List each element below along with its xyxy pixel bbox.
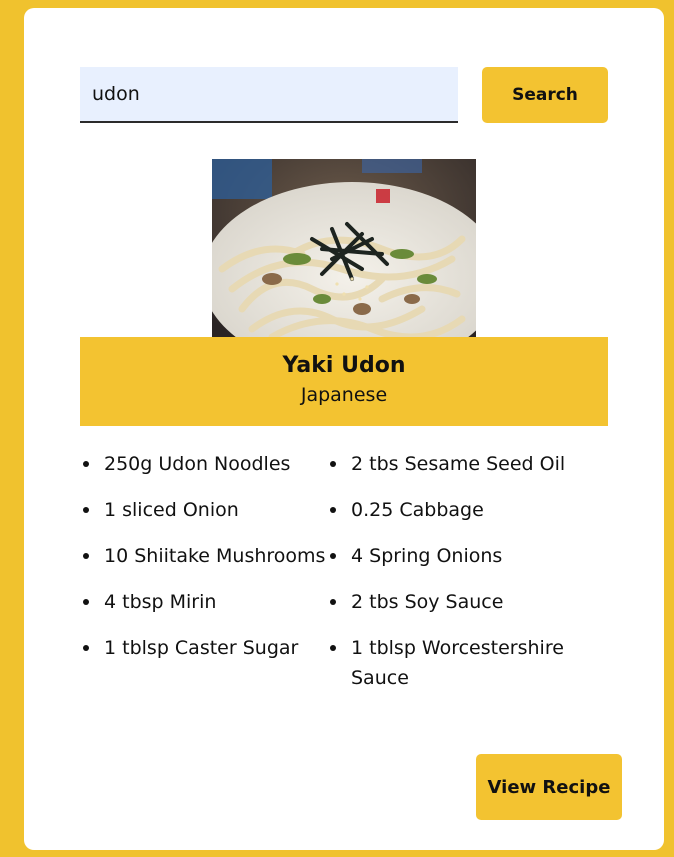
search-button[interactable]: Search [482, 67, 608, 123]
ingredient-item: 0.25 Cabbage [327, 495, 608, 525]
ingredient-list: 250g Udon Noodles 2 tbs Sesame Seed Oil … [80, 449, 608, 693]
ingredient-item: 2 tbs Sesame Seed Oil [327, 449, 608, 479]
ingredient-item: 4 Spring Onions [327, 541, 608, 571]
recipe-cuisine: Japanese [300, 384, 388, 406]
ingredient-item: 4 tbsp Mirin [80, 587, 327, 617]
recipe-banner: Yaki Udon Japanese [80, 337, 608, 426]
search-input[interactable] [80, 67, 458, 123]
ingredient-item: 10 Shiitake Mushrooms [80, 541, 327, 571]
ingredient-item: 1 sliced Onion [80, 495, 327, 525]
recipe-title: Yaki Udon [282, 353, 406, 378]
view-recipe-button[interactable]: View Recipe [476, 754, 622, 820]
recipe-image [212, 159, 476, 337]
ingredient-item: 250g Udon Noodles [80, 449, 327, 479]
ingredient-item: 1 tblsp Caster Sugar [80, 633, 327, 693]
ingredient-item: 2 tbs Soy Sauce [327, 587, 608, 617]
search-bar: Search [80, 67, 608, 123]
ingredient-item: 1 tblsp Worcestershire Sauce [327, 633, 608, 693]
recipe-card: Search [24, 8, 664, 850]
